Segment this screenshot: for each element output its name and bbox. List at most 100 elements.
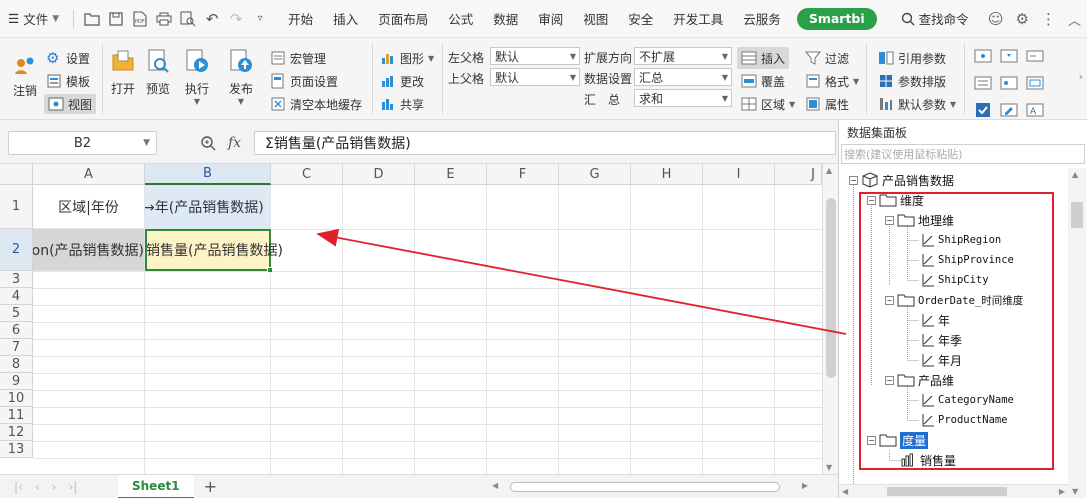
default-param-button[interactable]: 默认参数 ▼ [878, 94, 956, 114]
horizontal-scroll-thumb[interactable] [510, 482, 780, 492]
row-header-11[interactable]: 11 [0, 407, 33, 424]
tab-page-layout[interactable]: 页面布局 [368, 0, 438, 38]
tab-smartbi[interactable]: Smartbi [796, 7, 877, 30]
row-header-5[interactable]: 5 [0, 305, 33, 322]
label-widget-icon[interactable]: A [1026, 102, 1052, 121]
cell-a1[interactable]: 区域|年份 [33, 185, 145, 229]
tree-node-year-quarter[interactable]: 年季 [921, 330, 962, 350]
scroll-left-icon[interactable]: ◀ [842, 487, 848, 496]
row-header-2[interactable]: 2 [0, 229, 33, 271]
row-header-1[interactable]: 1 [0, 185, 33, 229]
shape-button[interactable]: 图形 ▼ [380, 48, 434, 68]
row-header-13[interactable]: 13 [0, 441, 33, 458]
function-fx-icon[interactable]: fx [228, 135, 241, 151]
tree-node-root[interactable]: − 产品销售数据 [849, 170, 954, 190]
dataset-panel-scrollbar[interactable]: ▲ ▼ [1068, 168, 1086, 498]
prev-sheet-icon[interactable]: ‹ [35, 480, 40, 494]
overwrite-button[interactable]: 覆盖 [741, 71, 785, 91]
tab-security[interactable]: 安全 [618, 0, 663, 38]
tab-formula[interactable]: 公式 [438, 0, 483, 38]
edit-widget-icon[interactable] [1000, 102, 1026, 121]
first-sheet-icon[interactable]: |‹ [14, 480, 23, 494]
dropdown-widget-icon[interactable] [1000, 48, 1026, 67]
date-widget-icon[interactable] [1026, 75, 1052, 94]
preview-button[interactable]: 预览 [145, 48, 171, 97]
param-layout-button[interactable]: 参数排版 [878, 71, 946, 91]
change-button[interactable]: 更改 [380, 71, 424, 91]
undo-icon[interactable]: ↶ [200, 7, 224, 31]
summary-select[interactable]: 求和 ▼ [634, 89, 732, 107]
customize-dropdown-icon[interactable]: ▿ [248, 7, 272, 31]
cell-b2-selected[interactable]: 销售量(产品销售数据) [145, 229, 283, 273]
region-button[interactable]: 区域 ▼ [741, 94, 795, 114]
add-sheet-button[interactable]: + [204, 477, 217, 496]
panel-hscroll[interactable]: ◀ ▶ [839, 484, 1068, 498]
collapse-icon[interactable]: − [849, 175, 858, 185]
search-command[interactable]: 查找命令 [893, 9, 977, 28]
row-header-4[interactable]: 4 [0, 288, 33, 305]
tree-node-ship-province[interactable]: ShipProvince [921, 250, 1014, 270]
list-widget-icon[interactable] [974, 75, 1000, 94]
last-sheet-icon[interactable]: ›| [68, 480, 77, 494]
sheet-tab-sheet1[interactable]: Sheet1 [118, 474, 194, 498]
fill-handle[interactable] [267, 267, 273, 273]
column-header-d[interactable]: D [343, 164, 415, 185]
tree-node-product-dimension[interactable]: − 产品维 [885, 370, 954, 390]
row-header-3[interactable]: 3 [0, 271, 33, 288]
grid-scroll-thumb[interactable] [826, 198, 836, 378]
pdf-export-icon[interactable]: PDF [128, 7, 152, 31]
collapse-icon[interactable]: − [885, 215, 894, 225]
tab-review[interactable]: 审阅 [528, 0, 573, 38]
print-preview-icon[interactable] [176, 7, 200, 31]
chevron-up-icon[interactable]: ▲ [1072, 170, 1078, 179]
column-header-a[interactable]: A [33, 164, 145, 185]
cell-a2[interactable]: ↓ShipRegion(产品销售数据) [33, 229, 145, 271]
collapse-icon[interactable]: − [885, 295, 894, 305]
format-button[interactable]: 格式 ▼ [805, 71, 859, 91]
macro-button[interactable]: 宏管理 [270, 48, 326, 68]
row-header-9[interactable]: 9 [0, 373, 33, 390]
tree-node-dimension[interactable]: − 维度 [867, 190, 924, 210]
tab-view[interactable]: 视图 [573, 0, 618, 38]
collapse-icon[interactable]: − [867, 435, 876, 445]
radio-widget-icon[interactable] [1000, 75, 1026, 94]
gear-icon[interactable]: ⚙ [1016, 10, 1029, 28]
property-button[interactable]: 属性 [805, 94, 849, 114]
tab-developer[interactable]: 开发工具 [663, 0, 733, 38]
name-box[interactable]: B2 ▼ [8, 131, 157, 155]
dropdown-tree-widget-icon[interactable] [974, 48, 1000, 67]
panel-hscroll-thumb[interactable] [887, 487, 1007, 496]
column-header-e[interactable]: E [415, 164, 487, 185]
chevron-down-icon[interactable]: ▼ [1072, 487, 1078, 496]
column-header-g[interactable]: G [559, 164, 631, 185]
zoom-search-icon[interactable] [200, 135, 216, 151]
column-header-b[interactable]: B [145, 164, 271, 185]
tab-cloud[interactable]: 云服务 [733, 0, 791, 38]
chevron-up-icon[interactable]: ▲ [826, 166, 832, 175]
select-all-corner[interactable] [0, 164, 33, 185]
scroll-right-icon[interactable]: ▶ [802, 481, 808, 490]
next-sheet-icon[interactable]: › [52, 480, 57, 494]
tab-home[interactable]: 开始 [278, 0, 323, 38]
tree-node-year-month[interactable]: 年月 [921, 350, 962, 370]
dataset-panel-scroll-thumb[interactable] [1071, 202, 1083, 228]
row-header-12[interactable]: 12 [0, 424, 33, 441]
row-header-6[interactable]: 6 [0, 322, 33, 339]
row-header-10[interactable]: 10 [0, 390, 33, 407]
collapse-ribbon-icon[interactable]: ︿ [1068, 10, 1081, 29]
left-parent-select[interactable]: 默认 ▼ [490, 47, 580, 65]
top-parent-select[interactable]: 默认 ▼ [490, 68, 580, 86]
horizontal-scrollbar[interactable]: ◀ ▶ [490, 481, 810, 493]
ref-param-button[interactable]: 引用参数 [878, 48, 946, 68]
share-button[interactable]: 共享 [380, 94, 424, 114]
print-icon[interactable] [152, 7, 176, 31]
tab-insert[interactable]: 插入 [323, 0, 368, 38]
column-header-j[interactable]: J [775, 164, 822, 185]
scroll-left-icon[interactable]: ◀ [492, 481, 498, 490]
publish-button[interactable]: 发布 ▼ [228, 48, 254, 106]
insert-button[interactable]: 插入 [737, 47, 790, 69]
tree-node-ship-city[interactable]: ShipCity [921, 270, 989, 290]
checkbox-widget-icon[interactable] [974, 102, 1000, 121]
view-button[interactable]: 视图 [44, 94, 97, 114]
execute-button[interactable]: 执行 ▼ [184, 48, 210, 106]
